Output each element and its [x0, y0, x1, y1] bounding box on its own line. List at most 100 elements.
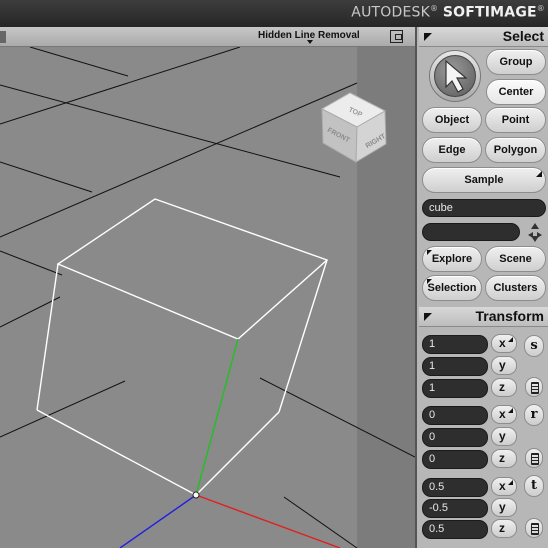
grid-line: [0, 82, 358, 238]
group-button-label: Group: [499, 56, 533, 68]
rotate-z-axis-button[interactable]: z: [491, 449, 517, 468]
select-section-title: Select: [502, 28, 544, 44]
main-command-panel: Select Group Center Object Point Edge Po…: [415, 27, 548, 548]
rotate-mode-button[interactable]: r: [524, 404, 544, 426]
center-button-label: Center: [498, 86, 534, 98]
scale-x-axis-button[interactable]: x: [491, 334, 517, 353]
object-filter-label: Object: [434, 114, 470, 126]
translate-z-field[interactable]: 0.5: [422, 520, 488, 539]
axis-label: y: [499, 358, 506, 372]
scale-mode-button[interactable]: s: [524, 335, 544, 357]
rotate-z-field[interactable]: 0: [422, 450, 488, 469]
viewport-menu-handle[interactable]: [0, 31, 6, 43]
polygon-filter-button[interactable]: Polygon: [485, 137, 546, 163]
select-section-header[interactable]: Select: [419, 27, 548, 47]
scale-y-axis-button[interactable]: y: [491, 356, 517, 375]
scale-z-field[interactable]: 1: [422, 379, 488, 398]
menu-corner-icon: [508, 480, 513, 485]
up-down-arrows-icon[interactable]: [526, 221, 544, 243]
select-tool-button[interactable]: [429, 50, 481, 102]
polygon-filter-label: Polygon: [493, 144, 538, 156]
translate-y-field[interactable]: -0.5: [422, 499, 488, 518]
selection-label: Selection: [427, 282, 477, 294]
3d-viewport[interactable]: TOP FRONT RIGHT Hidden Line Removal: [0, 27, 415, 548]
group-button[interactable]: Group: [486, 49, 546, 75]
grid-line: [29, 47, 129, 77]
edge-filter-label: Edge: [438, 144, 466, 156]
grid-line: [0, 47, 241, 125]
cube-edge: [36, 409, 197, 496]
axis-label: z: [499, 521, 505, 535]
axis-label: y: [499, 500, 506, 514]
rotate-y-axis-button[interactable]: y: [491, 427, 517, 446]
grid-line: [0, 250, 63, 276]
arrow-cursor-icon: [445, 59, 468, 93]
menu-corner-icon: [508, 337, 513, 342]
axis-label: x: [499, 336, 506, 350]
point-filter-button[interactable]: Point: [485, 107, 546, 133]
edge-filter-button[interactable]: Edge: [422, 137, 482, 163]
pivot-point[interactable]: [192, 491, 200, 499]
axis-label: z: [499, 451, 505, 465]
menu-corner-icon: [427, 279, 432, 284]
brand-reg-mark-2: ®: [536, 4, 545, 13]
selection-button[interactable]: Selection: [422, 275, 482, 301]
axis-label: x: [499, 407, 506, 421]
explore-label: Explore: [431, 253, 473, 265]
sample-filter-label: Sample: [464, 174, 504, 186]
maximize-icon[interactable]: [390, 30, 403, 43]
up-arrow: [531, 223, 539, 229]
menu-corner-icon: [427, 250, 432, 255]
transform-section-header[interactable]: Transform: [419, 307, 548, 327]
translate-mode-button[interactable]: t: [524, 475, 544, 497]
translate-lock-icon[interactable]: [525, 518, 543, 538]
selection-filter-field[interactable]: [422, 223, 520, 241]
scene-label: Scene: [499, 253, 532, 265]
rotate-x-field[interactable]: 0: [422, 406, 488, 425]
cube-edge: [195, 411, 280, 496]
transform-section-title: Transform: [475, 308, 544, 324]
arrow-cursor-shape: [445, 59, 468, 93]
grid-line: [0, 380, 126, 438]
down-arrow: [531, 236, 539, 242]
translate-z-axis-button[interactable]: z: [491, 519, 517, 538]
axis-label: z: [499, 380, 505, 394]
cube-wireframe[interactable]: [36, 198, 329, 496]
axis-z-line: [119, 494, 197, 548]
clusters-button[interactable]: Clusters: [485, 275, 546, 301]
axis-label: x: [499, 479, 506, 493]
scale-lock-icon[interactable]: [525, 377, 543, 397]
scene-button[interactable]: Scene: [485, 246, 546, 272]
collapse-triangle-icon[interactable]: [424, 33, 432, 41]
translate-x-field[interactable]: 0.5: [422, 478, 488, 497]
cube-edge: [278, 259, 328, 413]
rotate-lock-icon[interactable]: [525, 448, 543, 468]
axis-y-line: [195, 338, 239, 496]
translate-x-axis-button[interactable]: x: [491, 477, 517, 496]
selection-name-field[interactable]: cube: [422, 199, 546, 217]
scale-x-field[interactable]: 1: [422, 335, 488, 354]
cube-top-face: [56, 198, 329, 340]
app-brand: AUTODESK® SOFTIMAGE®: [351, 4, 545, 21]
clusters-label: Clusters: [493, 282, 538, 294]
scale-z-axis-button[interactable]: z: [491, 378, 517, 397]
brand-reg-mark: ®: [430, 4, 439, 13]
explore-button[interactable]: Explore: [422, 246, 482, 272]
title-bar: AUTODESK® SOFTIMAGE®: [0, 0, 548, 27]
brand-prefix: AUTODESK: [351, 4, 430, 21]
sample-filter-button[interactable]: Sample: [422, 167, 546, 193]
chevron-down-icon[interactable]: [307, 40, 313, 44]
rotate-y-field[interactable]: 0: [422, 428, 488, 447]
translate-y-axis-button[interactable]: y: [491, 498, 517, 517]
viewport-header: Hidden Line Removal: [0, 27, 415, 47]
menu-corner-icon: [508, 408, 513, 413]
collapse-triangle-icon[interactable]: [424, 313, 432, 321]
scale-y-field[interactable]: 1: [422, 357, 488, 376]
axis-label: y: [499, 429, 506, 443]
viewport-scene[interactable]: TOP FRONT RIGHT: [0, 47, 415, 548]
center-button[interactable]: Center: [486, 79, 546, 105]
rotate-x-axis-button[interactable]: x: [491, 405, 517, 424]
object-filter-button[interactable]: Object: [422, 107, 482, 133]
point-filter-label: Point: [501, 114, 530, 126]
menu-corner-icon: [536, 171, 542, 177]
